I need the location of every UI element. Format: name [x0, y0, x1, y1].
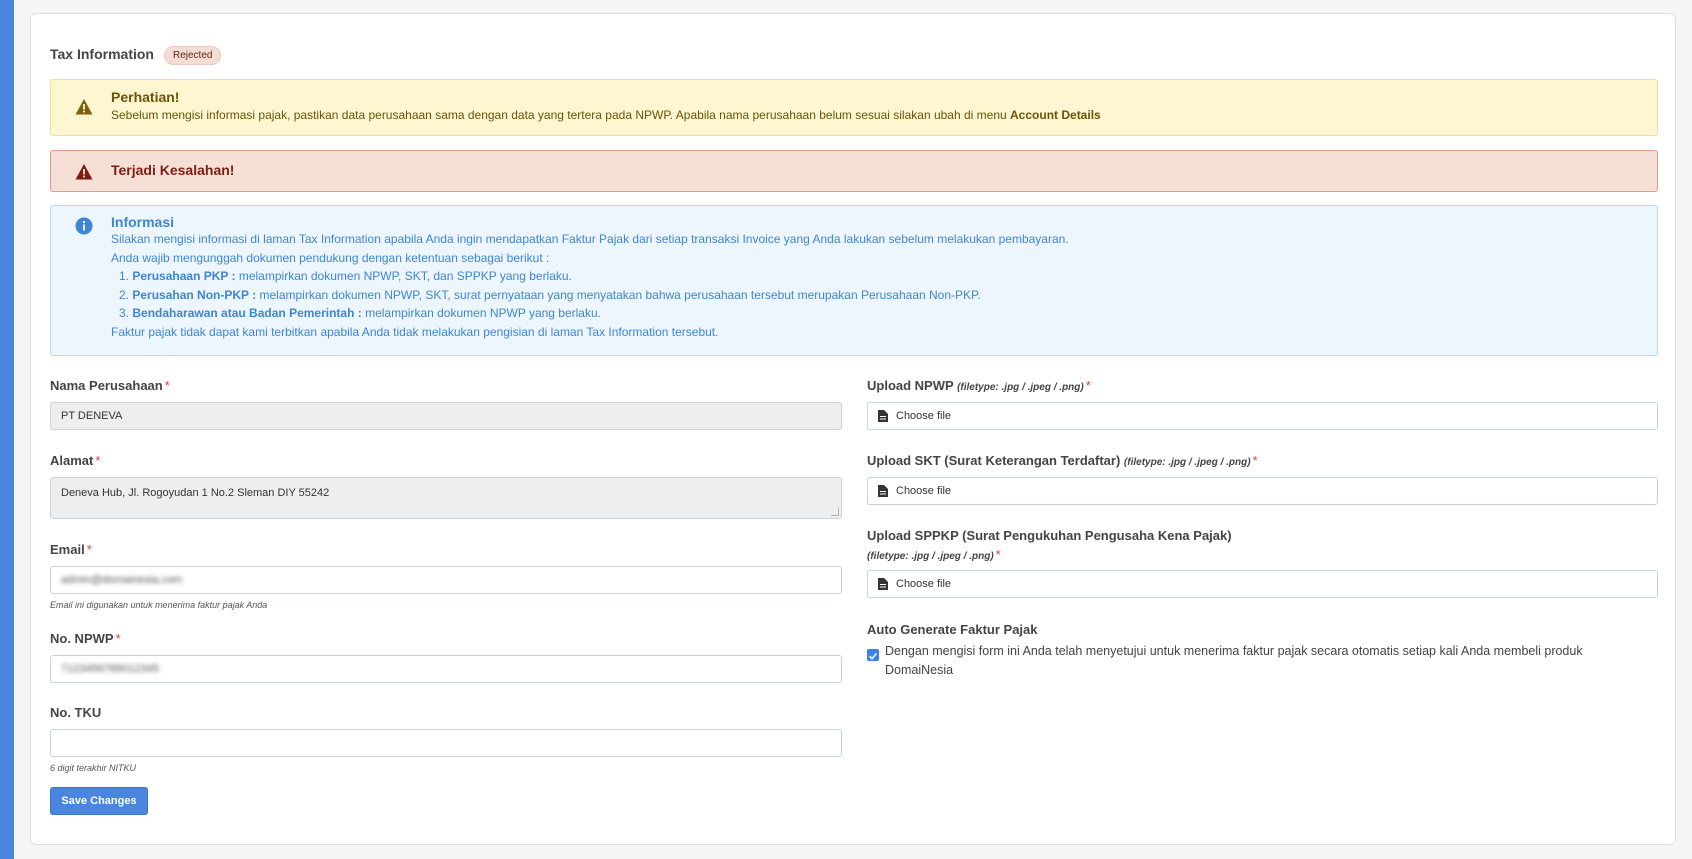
- choose-file-button[interactable]: Choose file: [896, 485, 951, 497]
- company-name-label: Nama Perusahaan *: [50, 378, 170, 393]
- tku-label: No. TKU: [50, 705, 102, 720]
- file-icon: [878, 410, 888, 422]
- save-changes-button[interactable]: Save Changes: [50, 787, 148, 815]
- file-icon: [878, 578, 888, 590]
- file-icon: [878, 485, 888, 497]
- upload-skt-label: Upload SKT (Surat Keterangan Terdaftar) …: [867, 453, 1258, 468]
- email-field[interactable]: admin@domainesia.com: [50, 566, 842, 594]
- email-hint: Email ini digunakan untuk menerima faktu…: [50, 600, 268, 610]
- address-label: Alamat *: [50, 453, 101, 468]
- upload-sppkp-input[interactable]: Choose file: [867, 570, 1658, 598]
- resize-handle[interactable]: [831, 508, 839, 516]
- company-name-field[interactable]: PT DENEVA: [50, 402, 842, 430]
- form-left-column: Nama Perusahaan * PT DENEVA Alamat * Denev…: [50, 14, 842, 846]
- upload-skt-input[interactable]: Choose file: [867, 477, 1658, 505]
- choose-file-button[interactable]: Choose file: [896, 410, 951, 422]
- auto-generate-label: Auto Generate Faktur Pajak: [867, 622, 1038, 637]
- upload-npwp-label: Upload NPWP (filetype: .jpg / .jpeg / .p…: [867, 378, 1091, 393]
- upload-npwp-input[interactable]: Choose file: [867, 402, 1658, 430]
- left-rail: [0, 0, 14, 859]
- auto-generate-checkbox[interactable]: [867, 649, 879, 661]
- auto-generate-text: Dengan mengisi form ini Anda telah menye…: [885, 644, 1583, 677]
- tax-information-card: Tax Information Rejected Perhatian! Sebe…: [30, 13, 1676, 845]
- choose-file-button[interactable]: Choose file: [896, 578, 951, 590]
- npwp-label: No. NPWP *: [50, 631, 121, 646]
- npwp-field[interactable]: 7123456789012345: [50, 655, 842, 683]
- upload-sppkp-filetype: (filetype: .jpg / .jpeg / .png) *: [867, 547, 1001, 562]
- tku-field[interactable]: [50, 729, 842, 757]
- check-icon: [868, 652, 878, 660]
- form-right-column: Upload NPWP (filetype: .jpg / .jpeg / .p…: [867, 14, 1658, 846]
- email-label: Email *: [50, 542, 92, 557]
- upload-sppkp-label: Upload SPPKP (Surat Pengukuhan Pengusaha…: [867, 528, 1232, 543]
- address-field[interactable]: Deneva Hub, Jl. Rogoyudan 1 No.2 Sleman …: [50, 477, 842, 519]
- tku-hint: 6 digit terakhir NITKU: [50, 763, 137, 773]
